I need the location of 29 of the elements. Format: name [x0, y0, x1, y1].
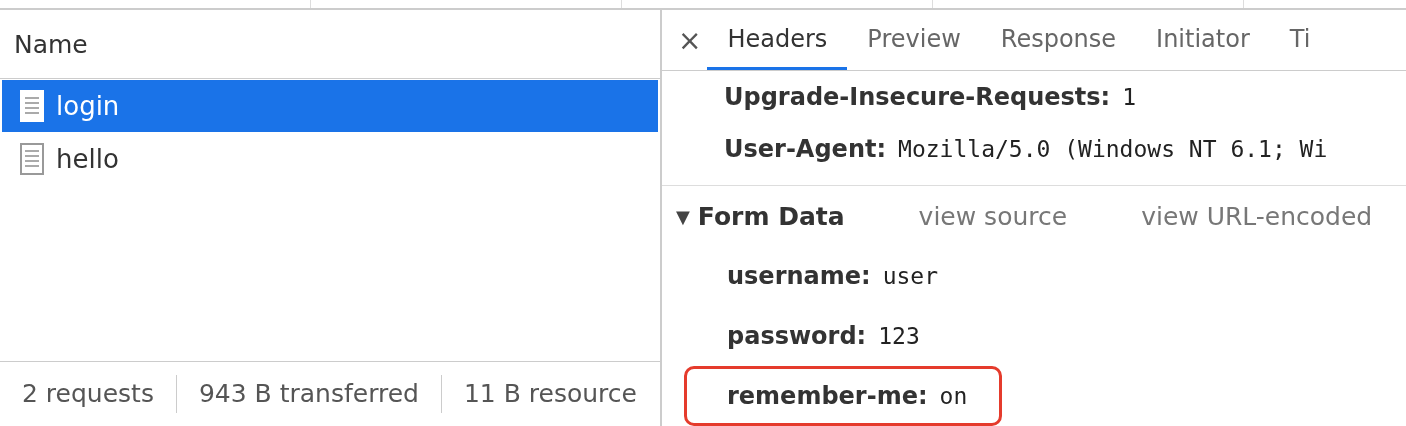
section-title: Form Data [697, 201, 845, 231]
tab[interactable]: Ti [1269, 10, 1331, 70]
field-name: username: [727, 262, 871, 290]
header-name: Upgrade-Insecure-Requests: [724, 83, 1111, 111]
view-link[interactable]: view source [918, 201, 1068, 231]
field-name: password: [727, 322, 867, 350]
expand-toggle[interactable]: ▼ [676, 205, 690, 227]
request-row[interactable]: login [2, 80, 658, 132]
tab[interactable]: Headers [707, 10, 848, 70]
document-icon [20, 90, 44, 122]
status-text: 943 B transferred [175, 375, 441, 413]
header-value: 1 [1122, 84, 1137, 110]
tab[interactable]: Initiator [1136, 10, 1270, 70]
column-header[interactable]: Name [0, 10, 660, 79]
field-value: user [882, 263, 939, 289]
field-value: 123 [878, 323, 920, 349]
status-text: 2 requests [21, 378, 155, 410]
request-name: login [56, 91, 120, 121]
status-text: 11 B resource [440, 375, 659, 413]
view-link[interactable]: view URL-encoded [1141, 201, 1373, 231]
field-value: on [939, 383, 968, 409]
header-name: User-Agent: [724, 135, 887, 163]
tab[interactable]: Response [980, 10, 1137, 70]
close-button[interactable]: × [662, 10, 708, 70]
field-name: remember-me: [727, 382, 928, 410]
document-icon [20, 143, 44, 175]
tab[interactable]: Preview [847, 10, 981, 70]
request-name: hello [56, 144, 119, 174]
header-value: Mozilla/5.0 (Windows NT 6.1; Wi [898, 136, 1328, 162]
